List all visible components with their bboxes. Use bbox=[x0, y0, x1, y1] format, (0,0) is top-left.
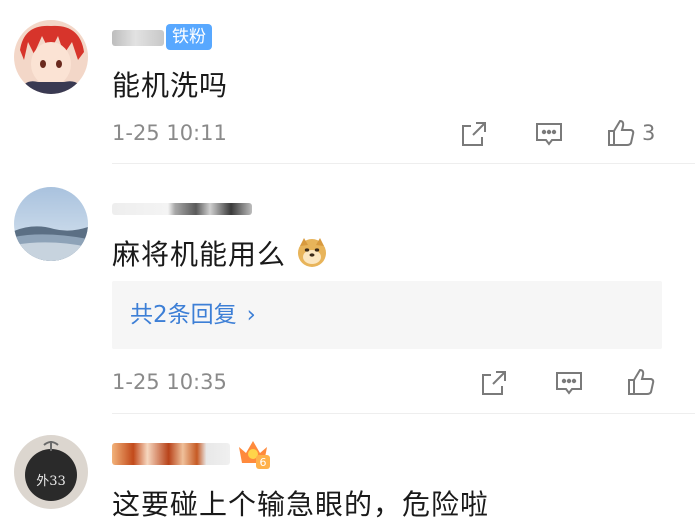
vip-crown-badge: 6 bbox=[236, 437, 270, 473]
like-count: 3 bbox=[642, 121, 656, 145]
thumbs-up-icon bbox=[608, 119, 635, 146]
crown-icon: 6 bbox=[239, 441, 270, 469]
comment-item: 铁粉 能机洗吗 1-25 10:11 3 bbox=[0, 0, 695, 165]
username-redacted bbox=[112, 203, 252, 215]
username-redacted bbox=[112, 443, 230, 465]
comment-icon bbox=[556, 372, 582, 395]
comment-item: 外33 6 这要碰上个输急眼的，危险啦 bbox=[0, 415, 695, 525]
avatar[interactable]: 外33 bbox=[14, 435, 88, 509]
avatar[interactable] bbox=[14, 187, 88, 261]
share-icon bbox=[462, 122, 486, 146]
replies-label: 共2条回复 bbox=[130, 302, 237, 328]
comment-text: 能机洗吗 bbox=[112, 69, 229, 102]
like-button[interactable] bbox=[626, 367, 656, 397]
chevron-right-icon: › bbox=[246, 302, 256, 328]
comment-icon bbox=[536, 123, 562, 146]
share-icon bbox=[482, 371, 506, 395]
avatar[interactable] bbox=[14, 20, 88, 94]
doge-emoji-icon bbox=[297, 238, 326, 267]
svg-text:6: 6 bbox=[260, 456, 267, 469]
username-redacted bbox=[112, 30, 164, 46]
comment-button[interactable] bbox=[534, 120, 564, 148]
comment-time: 1-25 10:35 bbox=[112, 370, 227, 394]
fan-badge: 铁粉 bbox=[166, 24, 212, 50]
comment-item: 麻将机能用么 共2条回复 › 1-25 10:35 bbox=[0, 165, 695, 415]
comment-text: 这要碰上个输急眼的，危险啦 bbox=[112, 488, 490, 521]
avatar-text: 外33 bbox=[36, 474, 66, 489]
share-button[interactable] bbox=[480, 369, 508, 397]
comment-time: 1-25 10:11 bbox=[112, 121, 227, 145]
view-replies-button[interactable]: 共2条回复 › bbox=[112, 281, 662, 349]
thumbs-up-icon bbox=[628, 368, 655, 395]
like-button[interactable]: 3 bbox=[606, 118, 655, 148]
divider bbox=[112, 163, 695, 164]
share-button[interactable] bbox=[460, 120, 488, 148]
comment-text: 麻将机能用么 bbox=[112, 233, 328, 273]
divider bbox=[112, 413, 695, 414]
comment-button[interactable] bbox=[554, 369, 584, 397]
